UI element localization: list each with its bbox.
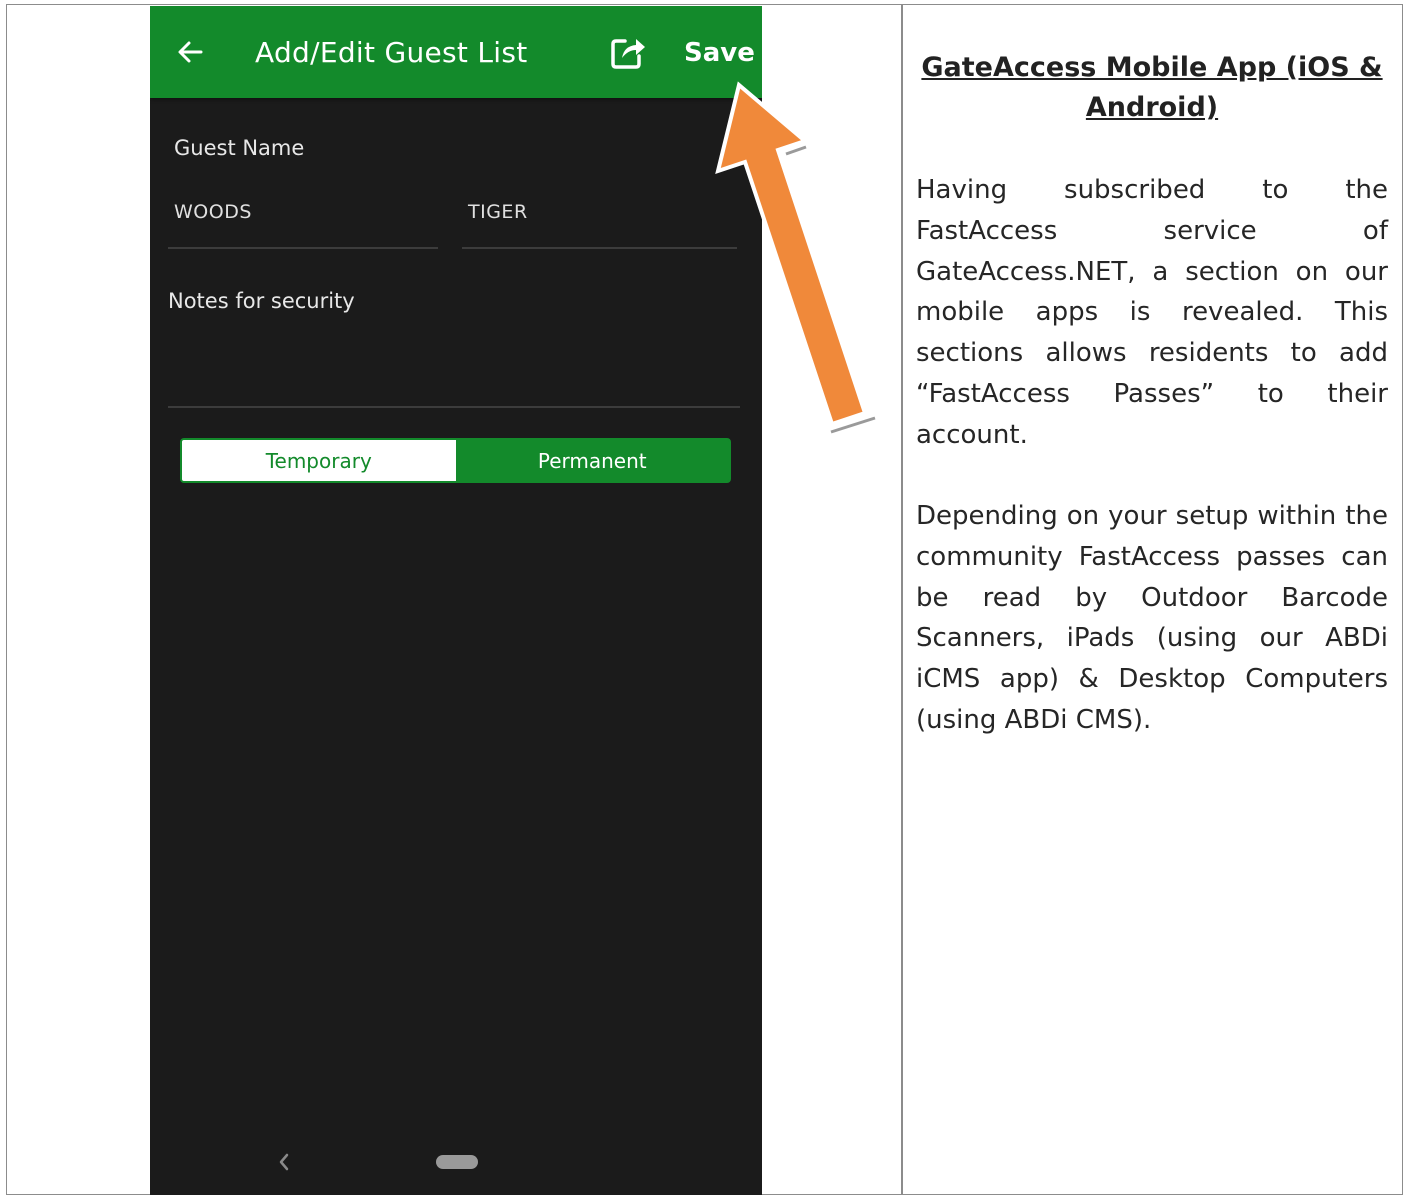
guest-name-label: Guest Name	[174, 136, 305, 160]
orange-pointer-arrow	[715, 81, 876, 434]
first-name-underline	[462, 247, 737, 249]
notes-field[interactable]: Notes for security	[168, 289, 355, 313]
first-name-field[interactable]: TIGER	[468, 201, 528, 223]
home-pill-icon[interactable]	[436, 1155, 478, 1169]
arrow-left-icon[interactable]	[172, 34, 208, 70]
last-name-underline	[168, 247, 438, 249]
chevron-left-icon[interactable]	[276, 1150, 292, 1174]
notes-underline	[168, 406, 740, 408]
last-name-field[interactable]: WOODS	[174, 201, 252, 223]
section-heading: GateAccess Mobile App (iOS & Android)	[921, 52, 1383, 123]
pass-type-toggle: Temporary Permanent	[180, 438, 731, 483]
phone-screenshot: Add/Edit Guest List Save Guest Name WOOD…	[150, 6, 762, 1195]
app-bar: Add/Edit Guest List Save	[150, 6, 762, 98]
share-icon[interactable]	[608, 32, 648, 72]
paragraph-intro: Having subscribed to the FastAccess serv…	[916, 175, 1388, 450]
permanent-option[interactable]: Permanent	[455, 440, 729, 481]
paragraph-scanners: Depending on your setup within the commu…	[916, 501, 1388, 735]
column-divider	[901, 4, 903, 1195]
page-title: Add/Edit Guest List	[255, 36, 528, 69]
temporary-option[interactable]: Temporary	[182, 440, 456, 481]
